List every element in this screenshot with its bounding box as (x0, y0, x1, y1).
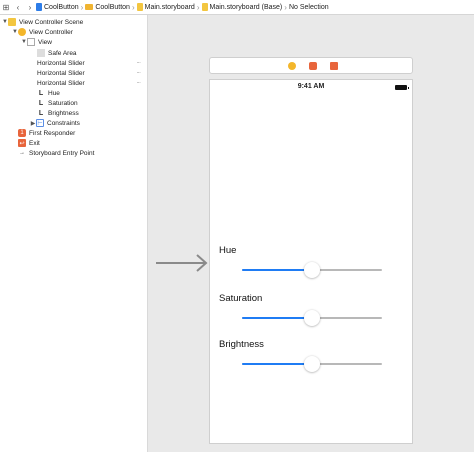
outline-item-exit[interactable]: ↩ Exit (12, 138, 40, 148)
outline-item-entry-point[interactable]: → Storyboard Entry Point (12, 148, 94, 158)
breadcrumb-chevron-icon: › (131, 2, 135, 12)
entry-point-arrow-icon[interactable] (156, 254, 208, 272)
scene-icon (8, 18, 16, 26)
project-icon (36, 3, 42, 11)
first-responder-icon[interactable] (309, 62, 317, 70)
outline-item-label-saturation[interactable]: L Saturation (37, 98, 78, 108)
breadcrumb-chevron-icon: › (284, 2, 287, 12)
breadcrumb-storyboard-base[interactable]: Main.storyboard (Base) (201, 3, 282, 11)
forward-icon[interactable]: › (24, 1, 36, 13)
slider-fill (242, 363, 312, 365)
safe-area-icon (37, 49, 45, 57)
back-icon[interactable]: ‹ (12, 1, 24, 13)
jump-bar: ⊞ ‹ › CoolButton › CoolButton › Main.sto… (0, 0, 474, 15)
outline-item-view-controller[interactable]: ▼ View Controller (12, 27, 73, 37)
scene-dock (209, 57, 413, 74)
brightness-label[interactable]: Brightness (219, 339, 264, 350)
outline-item-slider[interactable]: -· Horizontal Slider (37, 78, 141, 88)
breadcrumb-project[interactable]: CoolButton (36, 3, 79, 11)
folder-icon (85, 4, 94, 10)
exit-icon[interactable] (330, 62, 338, 70)
saturation-label[interactable]: Saturation (219, 293, 262, 304)
storyboard-icon (136, 3, 143, 11)
label-icon: L (38, 89, 44, 97)
breadcrumb-selection[interactable]: No Selection (289, 4, 329, 11)
outline-item-scene[interactable]: ▼ View Controller Scene (2, 17, 83, 27)
view-icon (27, 38, 35, 46)
grid-icon[interactable]: ⊞ (0, 1, 12, 13)
outline-item-first-responder[interactable]: 1 First Responder (12, 128, 75, 138)
hue-slider[interactable] (242, 262, 382, 278)
breadcrumb-chevron-icon: › (196, 2, 200, 12)
view-controller-icon (18, 28, 26, 36)
outline-item-constraints[interactable]: ▶ ⊢ Constraints (30, 118, 80, 128)
entry-arrow-icon: → (19, 150, 25, 156)
brightness-slider[interactable] (242, 356, 382, 372)
constraints-icon: ⊢ (36, 119, 44, 127)
view-controller-icon[interactable] (288, 62, 296, 70)
document-outline: ▼ View Controller Scene ▼ View Controlle… (0, 15, 148, 452)
device-view[interactable]: 9:41 AM Hue Saturation Brightness (209, 79, 413, 444)
slider-fill (242, 269, 312, 271)
slider-fill (242, 317, 312, 319)
hue-label[interactable]: Hue (219, 245, 236, 256)
battery-icon (395, 85, 409, 90)
exit-icon: ↩ (18, 139, 26, 147)
label-icon: L (38, 99, 44, 107)
label-icon: L (38, 109, 44, 117)
breadcrumb-chevron-icon: › (80, 2, 84, 12)
outline-item-view[interactable]: ▼ View (21, 37, 52, 47)
breadcrumb-storyboard[interactable]: Main.storyboard (136, 3, 195, 11)
first-responder-icon: 1 (18, 129, 26, 137)
saturation-slider[interactable] (242, 310, 382, 326)
outline-item-label-brightness[interactable]: L Brightness (37, 108, 79, 118)
slider-thumb[interactable] (304, 356, 320, 372)
slider-thumb[interactable] (304, 262, 320, 278)
outline-item-label-hue[interactable]: L Hue (37, 88, 60, 98)
storyboard-icon (201, 3, 208, 11)
slider-thumb[interactable] (304, 310, 320, 326)
status-time: 9:41 AM (297, 83, 325, 90)
breadcrumb-folder[interactable]: CoolButton (85, 4, 130, 11)
